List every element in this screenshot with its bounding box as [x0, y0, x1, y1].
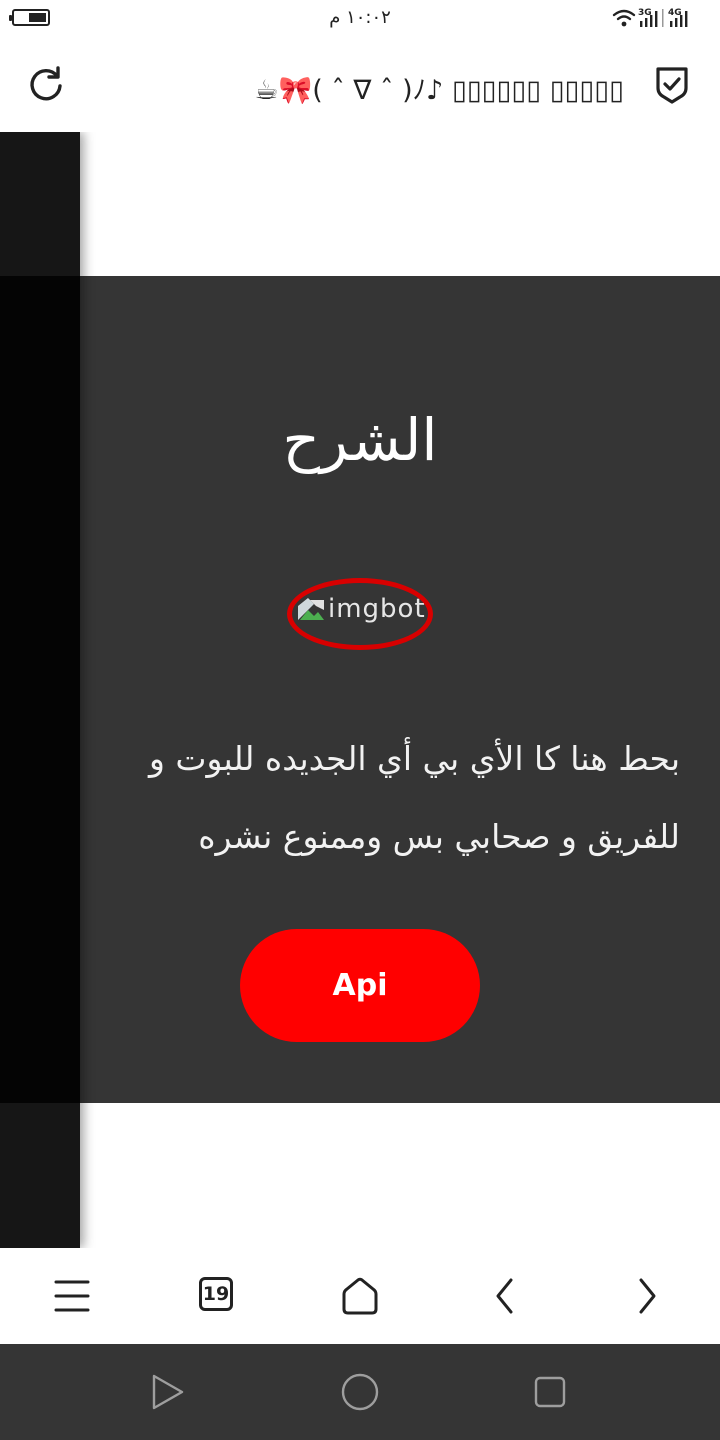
reload-button[interactable]: [26, 64, 66, 104]
drawer-overlay: [0, 276, 80, 1103]
home-button[interactable]: [334, 1270, 386, 1322]
chevron-right-icon: [639, 1278, 656, 1314]
reload-icon: [30, 66, 62, 101]
browser-top-bar: ☕🎀( ˆ ∇ ˆ )ﾉ♪ ▯▯▯▯▯▯ ▯▯▯▯▯: [0, 38, 720, 132]
chevron-left-icon: [496, 1278, 513, 1314]
browser-bottom-bar: 19: [0, 1248, 720, 1344]
menu-icon: [54, 1280, 90, 1312]
explanation-panel: الشرح imgbot بحط هنا كا الأي بي أي الجدي…: [0, 276, 720, 1103]
play-triangle-icon: [152, 1374, 184, 1410]
panel-description: بحط هنا كا الأي بي أي الجديده للبوت و لل…: [148, 739, 680, 856]
page-title[interactable]: ☕🎀( ˆ ∇ ˆ )ﾉ♪ ▯▯▯▯▯▯ ▯▯▯▯▯: [184, 68, 624, 107]
network-4g-label: 4G: [668, 8, 682, 18]
network-3g-label: 3G: [638, 8, 652, 18]
shield-check-icon: [656, 67, 688, 104]
back-button[interactable]: [478, 1270, 530, 1322]
menu-button[interactable]: [46, 1270, 98, 1322]
wifi-icon: [612, 9, 636, 21]
highlight-annotation: [287, 578, 433, 650]
status-bar: ١٠:٠٢ م 3G 4G: [0, 0, 720, 38]
panel-title: الشرح: [282, 406, 438, 474]
circle-home-icon: [341, 1373, 379, 1411]
web-content: الشرح imgbot بحط هنا كا الأي بي أي الجدي…: [0, 132, 720, 1248]
home-icon: [342, 1277, 378, 1315]
nav-recents-button[interactable]: [526, 1368, 574, 1416]
signal-icons: 3G 4G: [612, 8, 688, 27]
security-button[interactable]: [650, 62, 694, 106]
api-button[interactable]: Api: [240, 929, 480, 1042]
nav-home-button[interactable]: [336, 1368, 384, 1416]
square-recents-icon: [534, 1376, 566, 1408]
tabs-button[interactable]: 19: [199, 1277, 233, 1311]
system-nav-bar: [0, 1344, 720, 1440]
forward-button[interactable]: [622, 1270, 674, 1322]
side-drawer[interactable]: [0, 132, 80, 1248]
nav-back-button[interactable]: [142, 1368, 190, 1416]
